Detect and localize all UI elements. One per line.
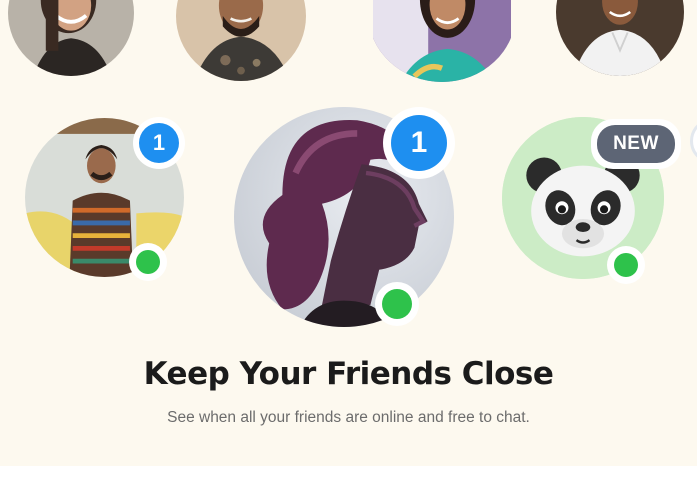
bearded-man-photo: [176, 0, 306, 81]
new-badge-label: NEW: [597, 125, 675, 163]
smiling-woman-photo: [8, 0, 134, 76]
woman-purple-background-photo: [373, 0, 511, 82]
new-friend-badge: NEW: [591, 119, 681, 169]
unread-badge: 1: [133, 117, 185, 169]
online-status-dot: [136, 250, 160, 274]
friend-avatar-top-2[interactable]: [176, 0, 306, 81]
unread-count: 1: [391, 115, 447, 171]
onboarding-slide: 1 1 NEW Keep Your Friends Close See when…: [0, 0, 697, 466]
unread-count: 1: [139, 123, 179, 163]
friend-avatar-top-3[interactable]: [368, 0, 516, 82]
friend-avatar-top-1[interactable]: [8, 0, 134, 76]
online-indicator: [607, 246, 645, 284]
unread-badge: 1: [383, 107, 455, 179]
feature-title: Keep Your Friends Close: [143, 356, 554, 392]
feature-subtitle: See when all your friends are online and…: [167, 409, 530, 426]
online-status-dot: [382, 289, 412, 319]
online-status-dot: [614, 253, 638, 277]
partial-avatar-edge: [690, 118, 697, 164]
online-indicator: [375, 282, 419, 326]
man-white-shirt-photo: [556, 0, 684, 76]
online-indicator: [129, 243, 167, 281]
friend-avatar-top-4[interactable]: [556, 0, 684, 76]
